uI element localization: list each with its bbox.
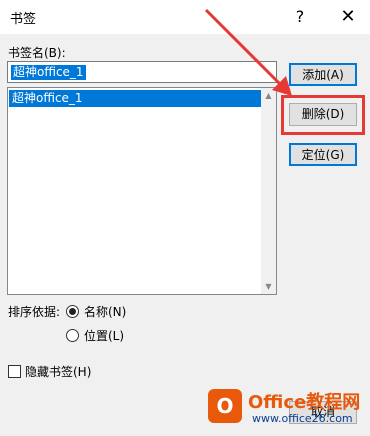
checkbox-icon xyxy=(8,365,21,378)
add-button[interactable]: 添加(A) xyxy=(289,63,357,86)
hidden-bookmarks-label: 隐藏书签(H) xyxy=(25,365,92,379)
radio-unchecked-icon xyxy=(66,329,79,342)
scroll-down-arrow-icon[interactable]: ▼ xyxy=(261,279,276,294)
sort-by-position-label: 位置(L) xyxy=(84,329,125,343)
sort-by-name-radio[interactable]: 名称(N) xyxy=(66,303,126,320)
title-bar: 书签 ? ✕ xyxy=(0,0,370,34)
radio-checked-icon xyxy=(66,305,79,318)
close-button[interactable]: ✕ xyxy=(334,3,362,31)
delete-highlight-box xyxy=(281,95,365,135)
list-item[interactable]: 超神office_1 xyxy=(9,90,263,107)
goto-button[interactable]: 定位(G) xyxy=(289,143,357,166)
bookmark-listbox[interactable]: 超神office_1 ▲ ▼ xyxy=(7,87,277,295)
watermark-text: Office教程网 xyxy=(248,392,361,413)
watermark: O Office教程网 www.office26.com xyxy=(200,384,370,434)
help-button[interactable]: ? xyxy=(286,3,314,31)
bookmark-name-label: 书签名(B): xyxy=(8,46,66,60)
scroll-up-arrow-icon[interactable]: ▲ xyxy=(261,88,276,103)
sort-by-name-label: 名称(N) xyxy=(84,305,127,319)
vertical-scrollbar[interactable]: ▲ ▼ xyxy=(261,88,276,294)
sort-by-position-radio[interactable]: 位置(L) xyxy=(66,327,124,344)
sort-label: 排序依据: xyxy=(8,305,61,319)
bookmark-name-value: 超神office_1 xyxy=(11,65,86,80)
bookmark-name-input[interactable]: 超神office_1 xyxy=(7,61,277,83)
dialog-title: 书签 xyxy=(10,12,37,27)
hidden-bookmarks-checkbox[interactable]: 隐藏书签(H) xyxy=(8,363,91,380)
watermark-url: www.office26.com xyxy=(252,412,353,425)
office-logo-icon: O xyxy=(208,389,242,423)
